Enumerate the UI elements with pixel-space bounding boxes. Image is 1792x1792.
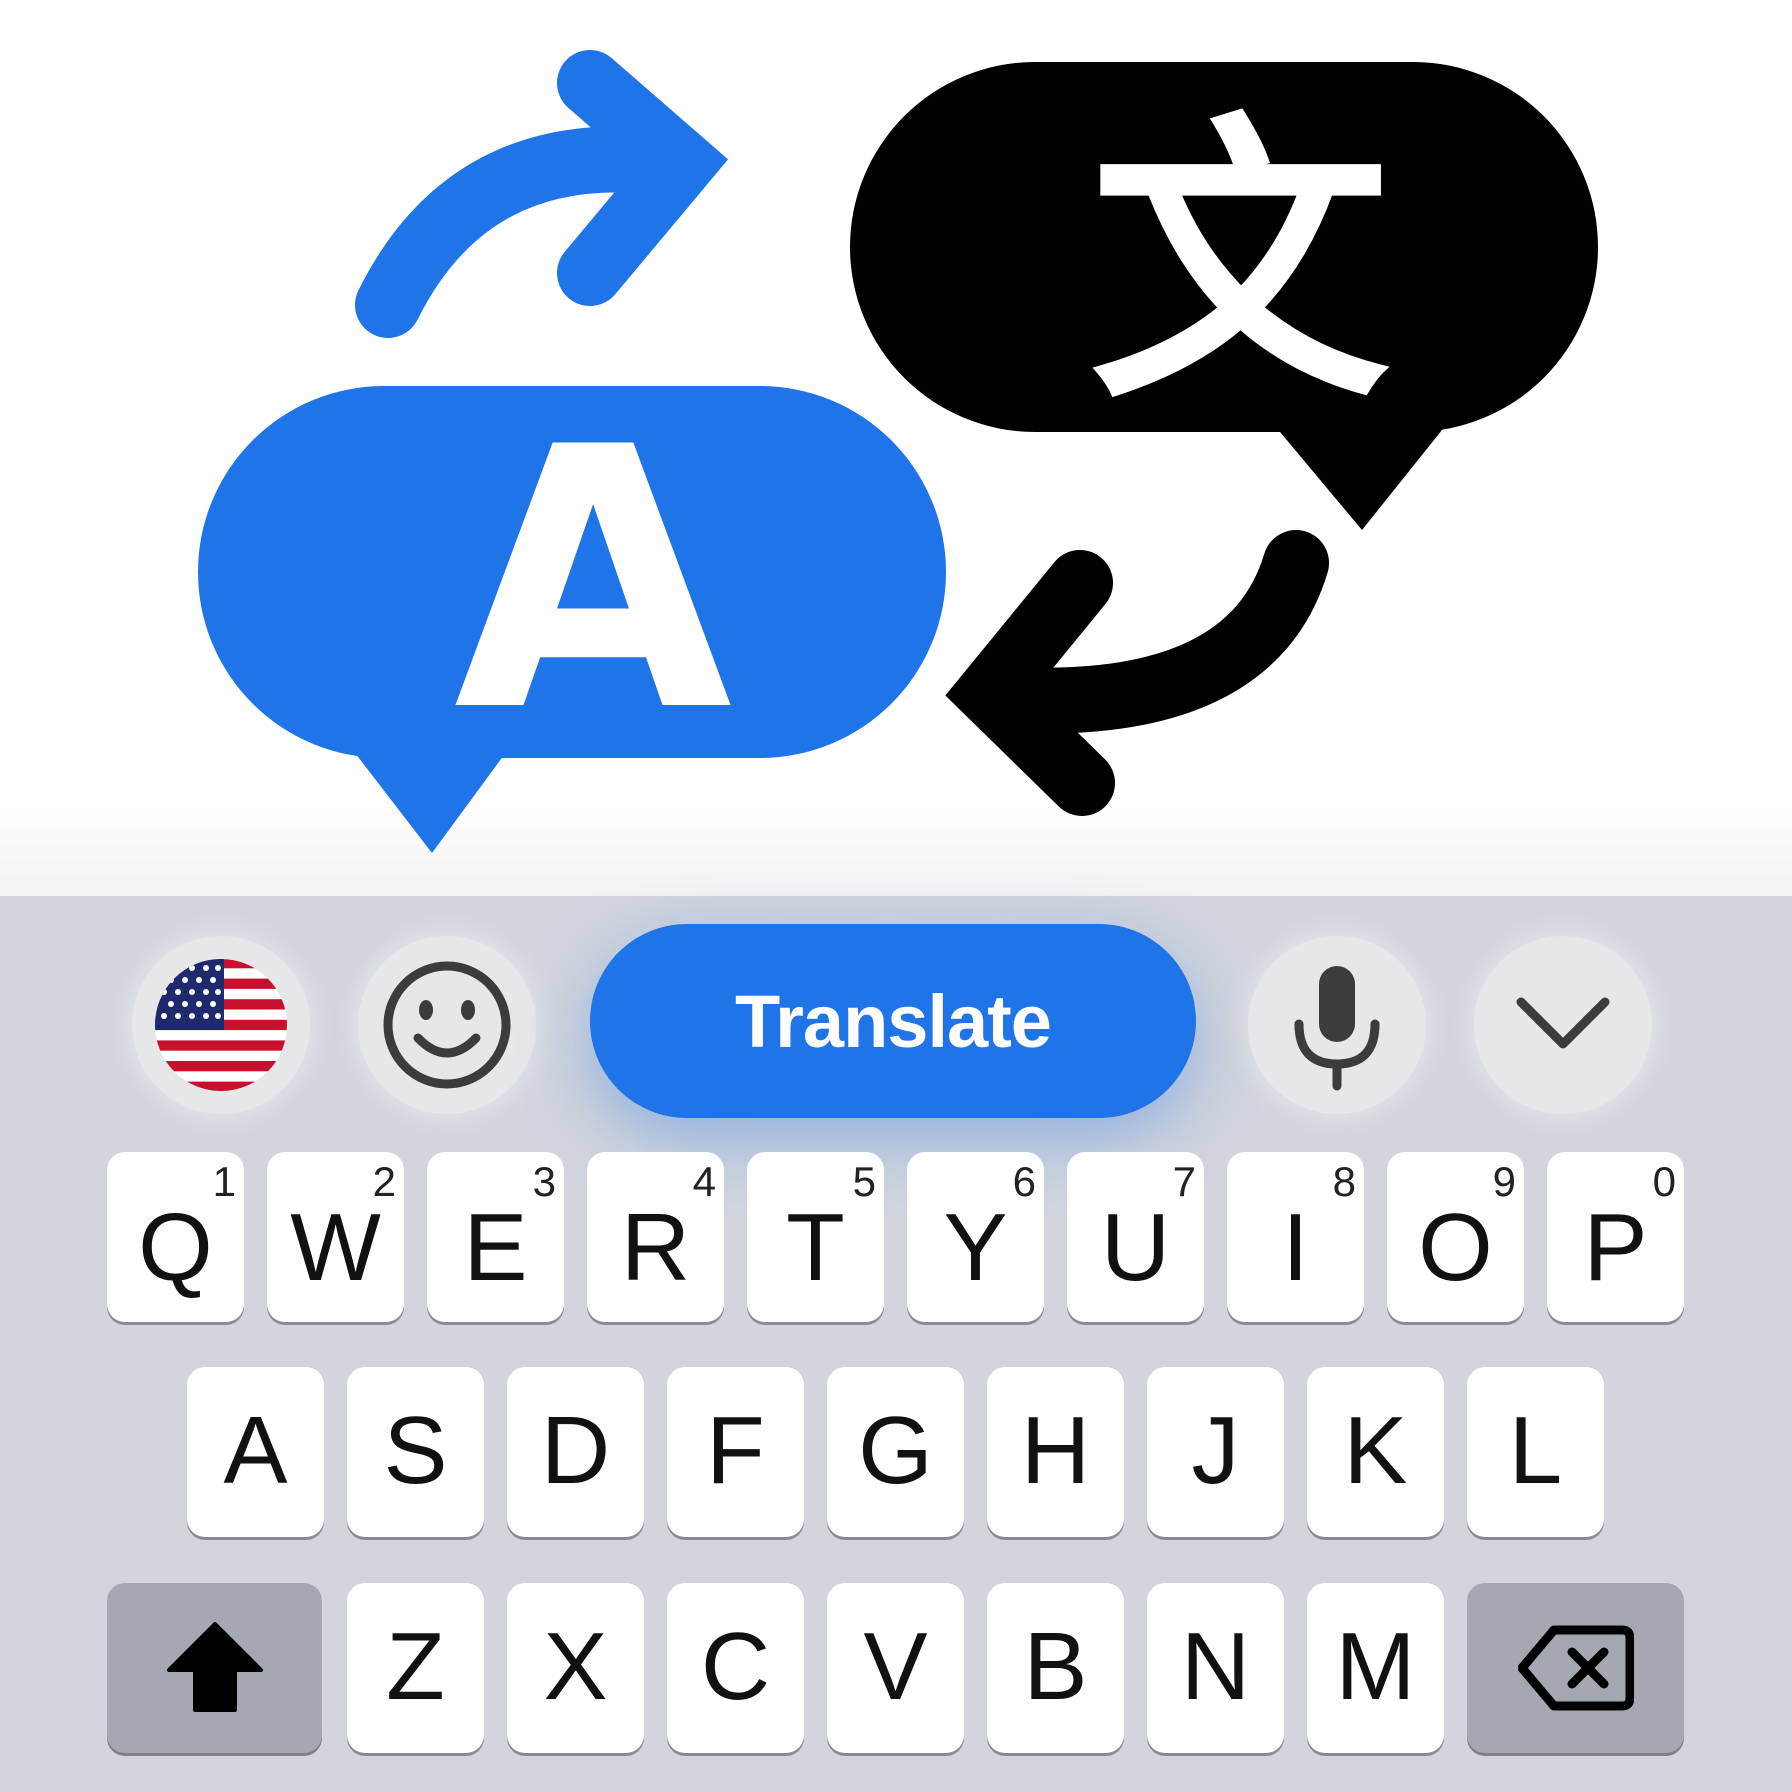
- key-v[interactable]: V: [827, 1583, 964, 1753]
- screen: 文 A Translate 1 Q 2 W 3 E 4 R 5 T 6 Y 7 …: [0, 0, 1792, 1792]
- target-language-bubble: 文: [850, 62, 1598, 530]
- key-o[interactable]: 9 O: [1387, 1152, 1524, 1322]
- key-s[interactable]: S: [347, 1367, 484, 1537]
- key-m[interactable]: M: [1307, 1583, 1444, 1753]
- key-label: B: [1023, 1613, 1088, 1720]
- translate-illustration: 文 A: [0, 0, 1792, 896]
- translate-logo-icon: 文 A: [198, 50, 1598, 853]
- key-f[interactable]: F: [667, 1367, 804, 1537]
- shift-arrow-icon: [166, 1622, 263, 1712]
- key-q[interactable]: 1 Q: [107, 1152, 244, 1322]
- key-label: P: [1583, 1194, 1648, 1301]
- key-label: D: [540, 1397, 611, 1504]
- key-k[interactable]: K: [1307, 1367, 1444, 1537]
- key-e[interactable]: 3 E: [427, 1152, 564, 1322]
- key-t[interactable]: 5 T: [747, 1152, 884, 1322]
- key-label: L: [1508, 1397, 1563, 1504]
- key-b[interactable]: B: [987, 1583, 1124, 1753]
- key-label: U: [1100, 1194, 1171, 1301]
- key-label: I: [1282, 1194, 1309, 1301]
- key-u[interactable]: 7 U: [1067, 1152, 1204, 1322]
- translate-button[interactable]: Translate: [590, 924, 1196, 1118]
- key-label: T: [786, 1194, 845, 1301]
- microphone-icon: [1294, 966, 1380, 1091]
- key-label: C: [700, 1613, 771, 1720]
- forward-arrow-icon: [355, 50, 729, 338]
- key-label: S: [383, 1397, 448, 1504]
- language-button[interactable]: [132, 936, 310, 1114]
- key-label: Q: [138, 1194, 213, 1301]
- key-label: O: [1418, 1194, 1493, 1301]
- key-l[interactable]: L: [1467, 1367, 1604, 1537]
- shift-key[interactable]: [107, 1583, 322, 1753]
- key-label: Y: [943, 1194, 1008, 1301]
- emoji-button[interactable]: [358, 936, 536, 1114]
- key-g[interactable]: G: [827, 1367, 964, 1537]
- key-label: Z: [386, 1613, 445, 1720]
- source-glyph: A: [454, 371, 735, 790]
- key-c[interactable]: C: [667, 1583, 804, 1753]
- collapse-keyboard-button[interactable]: [1474, 936, 1652, 1114]
- source-language-bubble: A: [198, 371, 946, 853]
- key-label: H: [1020, 1397, 1091, 1504]
- key-n[interactable]: N: [1147, 1583, 1284, 1753]
- key-r[interactable]: 4 R: [587, 1152, 724, 1322]
- key-label: X: [543, 1613, 608, 1720]
- key-y[interactable]: 6 Y: [907, 1152, 1044, 1322]
- key-w[interactable]: 2 W: [267, 1152, 404, 1322]
- key-label: V: [863, 1613, 928, 1720]
- key-label: F: [706, 1397, 765, 1504]
- return-arrow-icon: [945, 530, 1329, 816]
- key-h[interactable]: H: [987, 1367, 1124, 1537]
- smiley-icon: [383, 961, 511, 1089]
- key-p[interactable]: 0 P: [1547, 1152, 1684, 1322]
- key-label: R: [620, 1194, 691, 1301]
- key-z[interactable]: Z: [347, 1583, 484, 1753]
- dictation-button[interactable]: [1248, 936, 1426, 1114]
- backspace-icon: [1517, 1625, 1634, 1711]
- key-label: W: [290, 1194, 381, 1301]
- key-d[interactable]: D: [507, 1367, 644, 1537]
- chevron-down-icon: [1516, 997, 1610, 1049]
- key-label: A: [223, 1397, 288, 1504]
- key-label: K: [1343, 1397, 1408, 1504]
- key-label: J: [1191, 1397, 1240, 1504]
- key-label: E: [463, 1194, 528, 1301]
- key-label: G: [858, 1397, 933, 1504]
- key-label: N: [1180, 1613, 1251, 1720]
- key-x[interactable]: X: [507, 1583, 644, 1753]
- key-label: M: [1335, 1613, 1416, 1720]
- key-a[interactable]: A: [187, 1367, 324, 1537]
- us-flag-icon: [155, 959, 287, 1091]
- key-i[interactable]: 8 I: [1227, 1152, 1364, 1322]
- backspace-key[interactable]: [1467, 1583, 1684, 1753]
- key-j[interactable]: J: [1147, 1367, 1284, 1537]
- target-glyph: 文: [1090, 90, 1390, 439]
